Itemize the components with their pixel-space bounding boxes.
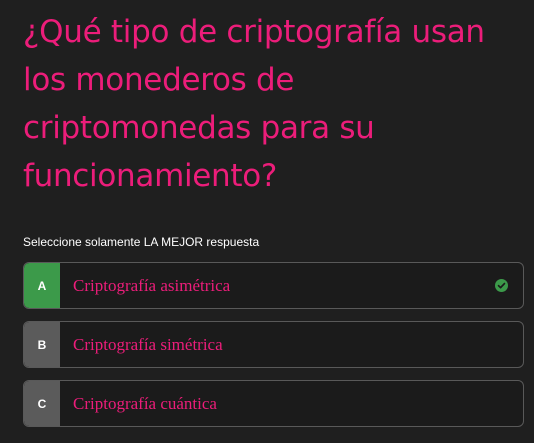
option-label: Criptografía cuántica (73, 393, 217, 413)
option-letter: B (24, 322, 60, 367)
option-letter: C (24, 381, 60, 426)
answer-options: A Criptografía asimétrica B Criptografía… (23, 262, 524, 439)
option-letter: A (24, 263, 60, 308)
question-title: ¿Qué tipo de criptografía usan los moned… (23, 14, 485, 194)
check-circle-icon (495, 279, 508, 292)
answer-option-b[interactable]: B Criptografía simétrica (23, 321, 524, 368)
option-label: Criptografía simétrica (73, 334, 223, 354)
instruction-text: Seleccione solamente LA MEJOR respuesta (23, 235, 260, 249)
answer-option-c[interactable]: C Criptografía cuántica (23, 380, 524, 427)
option-label: Criptografía asimétrica (73, 275, 231, 295)
answer-option-a[interactable]: A Criptografía asimétrica (23, 262, 524, 309)
